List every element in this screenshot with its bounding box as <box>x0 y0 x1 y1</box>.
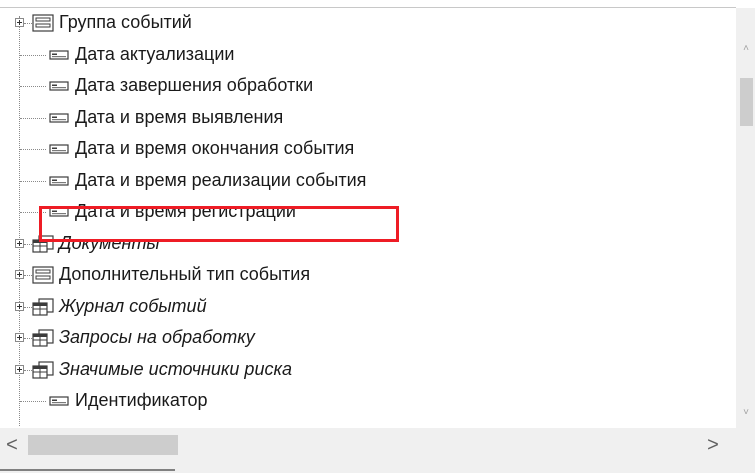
scroll-left-icon[interactable]: < <box>2 434 22 456</box>
tree-row[interactable]: Дата завершения обработки <box>0 70 736 101</box>
tree-row[interactable]: Идентификатор <box>0 385 736 416</box>
attribute-icon <box>47 45 71 70</box>
tree-item-label: Дата и время окончания события <box>75 138 355 158</box>
tree-row[interactable]: Дополнительный тип события <box>0 259 736 290</box>
tree-connector-line <box>20 86 46 87</box>
tree-row[interactable]: Дата и время выявления <box>0 102 736 133</box>
attribute-icon <box>47 139 71 164</box>
tree-item-label: Дата и время реализации события <box>75 169 367 190</box>
tree-item-label: Журнал событий <box>59 295 207 316</box>
tree-row[interactable]: Дата актуализации <box>0 39 736 70</box>
tree-item-label: Дата и время выявления <box>75 106 284 127</box>
bottom-edge-line <box>0 469 175 471</box>
tree-item-label: Дата актуализации <box>75 43 235 64</box>
vertical-scrollbar[interactable]: ˄ ˅ <box>736 8 755 428</box>
tree-row[interactable]: Дата и время окончания события <box>0 133 736 164</box>
highlight-box <box>39 206 399 242</box>
tree-connector-line <box>20 401 46 402</box>
tree-row[interactable]: Журнал событий <box>0 291 736 322</box>
attribute-icon <box>47 108 71 133</box>
tree-item-label: Идентификатор <box>75 390 208 410</box>
group-folder-icon <box>31 13 55 38</box>
tree-item-label: Запросы на обработку <box>59 327 255 347</box>
tree-connector-line <box>20 149 46 150</box>
tabular-section-icon <box>31 328 55 353</box>
scroll-up-icon[interactable]: ˄ <box>739 42 753 56</box>
group-folder-icon <box>31 265 55 290</box>
tree-item-label: Дата завершения обработки <box>75 75 314 95</box>
attribute-icon <box>47 76 71 101</box>
tree-row[interactable]: Значимые источники риска <box>0 354 736 385</box>
expand-icon[interactable] <box>15 238 24 248</box>
tree-item-label: Дополнительный тип события <box>59 264 311 284</box>
expand-icon[interactable] <box>15 301 24 311</box>
tree-row[interactable]: Запросы на обработку <box>0 322 736 353</box>
tree-row[interactable]: Дата и время реализации события <box>0 165 736 196</box>
expand-icon[interactable] <box>15 270 24 279</box>
attribute-icon <box>47 171 71 196</box>
tree-row[interactable]: Группа событий <box>0 8 736 38</box>
attribute-icon <box>47 391 71 416</box>
tree-view-window: Группа событий Дата актуализации Дата заве… <box>0 0 755 473</box>
scroll-down-icon[interactable]: ˅ <box>739 406 753 420</box>
tabular-section-icon <box>31 360 55 385</box>
tabular-section-icon <box>31 297 55 322</box>
tree-item-label: Значимые источники риска <box>59 358 292 379</box>
scroll-right-icon[interactable]: > <box>703 434 723 456</box>
horizontal-scrollbar-thumb[interactable] <box>28 435 178 455</box>
expand-icon[interactable] <box>15 18 24 27</box>
vertical-scrollbar-thumb[interactable] <box>740 78 753 126</box>
horizontal-scrollbar[interactable]: < > <box>0 428 755 473</box>
expand-icon[interactable] <box>15 364 24 374</box>
tree-connector-line <box>20 180 46 182</box>
expand-icon[interactable] <box>15 333 24 342</box>
tree-item-label: Группа событий <box>59 12 192 32</box>
tree-connector-line <box>20 54 46 56</box>
tree-connector-line <box>20 117 46 119</box>
